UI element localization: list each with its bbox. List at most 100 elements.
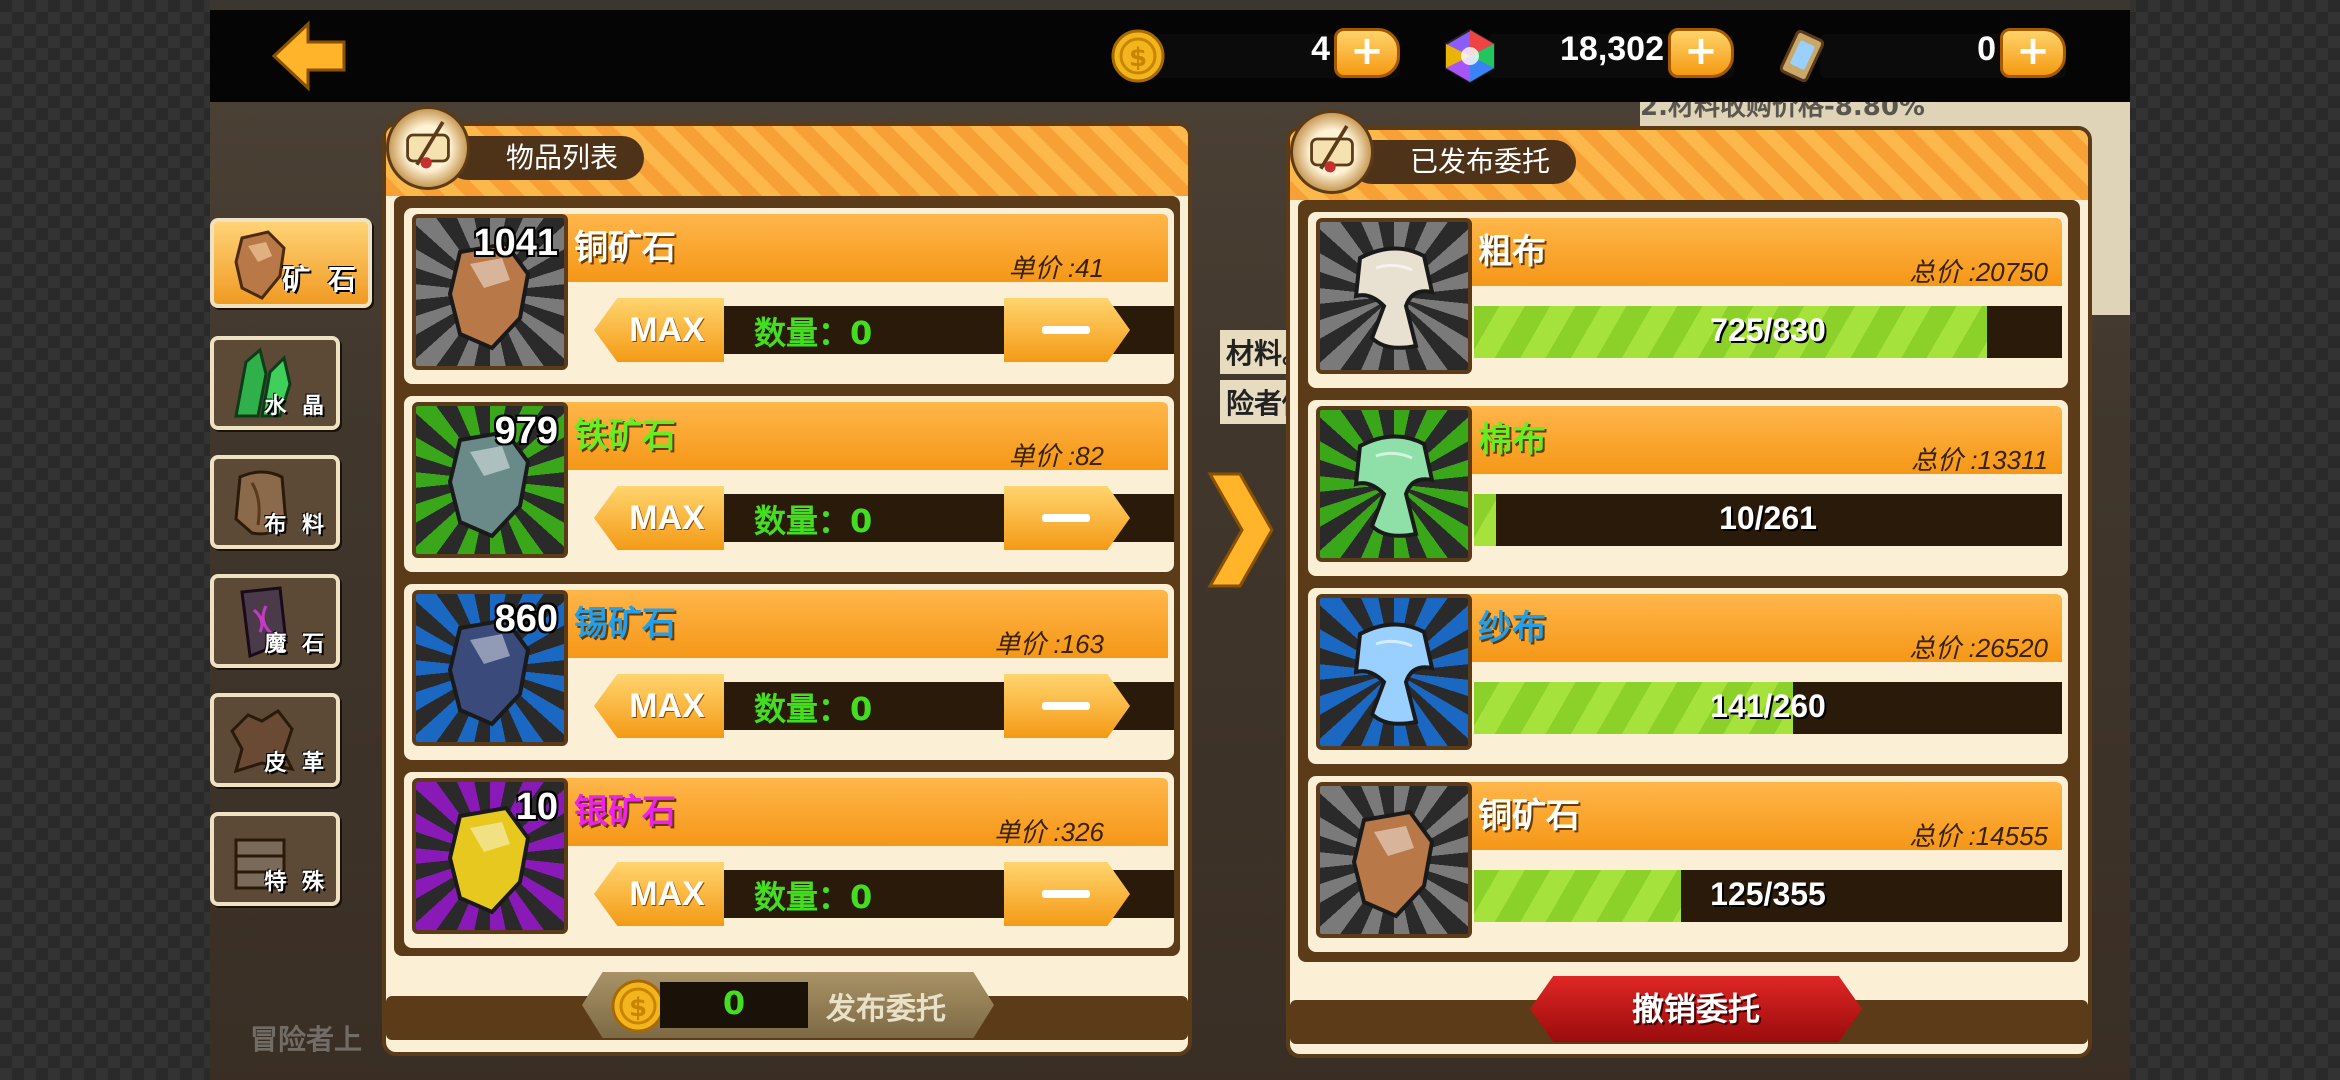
commission-thumbnail[interactable]: [1316, 594, 1472, 750]
commission-progress-bar: 725/830: [1474, 306, 2062, 358]
commission-thumbnail[interactable]: [1316, 218, 1472, 374]
tab-special-label: 特 殊: [264, 870, 328, 895]
tab-magic-stone[interactable]: 魔 石: [210, 574, 340, 668]
commission-row: 纱布总价 :26520 141/260: [1308, 588, 2068, 764]
total-price: 总价 :14555: [1909, 821, 2048, 851]
item-count: 10: [515, 786, 558, 828]
add-gold-button[interactable]: +: [1334, 28, 1400, 78]
gold-coin-icon: $: [1111, 29, 1165, 83]
decrease-button[interactable]: [1004, 862, 1130, 926]
ticket-resource: 0 +: [1774, 28, 2066, 83]
gem-value: 18,302: [1560, 30, 1664, 68]
item-thumbnail[interactable]: 979: [412, 402, 568, 558]
back-button[interactable]: [270, 18, 350, 94]
progress-text: 125/355: [1710, 876, 1826, 912]
unit-price: 单价 :163: [994, 629, 1104, 659]
scroll-emblem-icon: [386, 106, 470, 190]
ticket-value: 0: [1977, 30, 1996, 68]
max-button[interactable]: MAX: [594, 486, 724, 550]
commission-progress-bar: 141/260: [1474, 682, 2062, 734]
published-commissions-title: 已发布委托: [1350, 140, 1577, 184]
svg-text:$: $: [1129, 43, 1147, 73]
back-arrow-icon: [271, 20, 346, 92]
commission-name: 纱布: [1478, 608, 1546, 648]
quantity-control: MAX 数量：0: [594, 674, 1174, 738]
commission-row: 棉布总价 :13311 10/261: [1308, 400, 2068, 576]
item-name: 铁矿石: [574, 416, 676, 456]
revoke-commission-button[interactable]: 撤销委托: [1530, 976, 1862, 1042]
tab-leather[interactable]: 皮 革: [210, 693, 340, 787]
commission-name: 棉布: [1478, 420, 1546, 460]
item-name: 铜矿石: [574, 228, 676, 268]
gem-resource: 18,302 +: [1442, 28, 1734, 84]
published-commissions-panel: 已发布委托 粗布总价 :20750 725/830 棉布总价 :13311 10/26…: [1286, 110, 2092, 1058]
publish-commission-button[interactable]: $ 0 发布委托: [582, 972, 994, 1038]
unit-price: 单价 :82: [1008, 441, 1104, 471]
minus-icon: [1042, 514, 1090, 522]
ticket-icon: [1779, 29, 1825, 83]
tab-crystal[interactable]: 水 晶: [210, 336, 340, 430]
tab-cloth[interactable]: 布 料: [210, 455, 340, 549]
item-list-panel: 物品列表 1041 铜矿石 单价 :41 MAX 数量：0 979 铁矿石 单价 :82 MAX…: [382, 106, 1192, 1056]
game-screen: 2.材料收购价格-8.80% 材料。 险者做任 冒险者上 $ 4 + 18,30…: [210, 0, 2130, 1080]
tab-crystal-label: 水 晶: [264, 394, 328, 419]
total-price: 总价 :13311: [1911, 445, 2048, 475]
quantity-control: MAX 数量：0: [594, 298, 1174, 362]
tab-cloth-label: 布 料: [264, 513, 328, 538]
progress-text: 10/261: [1719, 500, 1817, 536]
chevron-right-icon: [1207, 472, 1274, 588]
commission-progress-bar: 10/261: [1474, 494, 2062, 546]
gold-value: 4: [1311, 30, 1330, 68]
rainbow-gem-icon: [1445, 28, 1495, 84]
progress-text: 725/830: [1710, 312, 1826, 348]
decrease-button[interactable]: [1004, 486, 1130, 550]
quantity-value: 数量：0: [754, 690, 873, 728]
minus-icon: [1042, 890, 1090, 898]
add-gem-button[interactable]: +: [1668, 28, 1734, 78]
unit-price: 单价 :41: [1008, 253, 1104, 283]
svg-text:$: $: [629, 993, 647, 1023]
quantity-control: MAX 数量：0: [594, 486, 1174, 550]
tab-magic-stone-label: 魔 石: [264, 632, 328, 657]
minus-icon: [1042, 702, 1090, 710]
commission-name: 粗布: [1478, 232, 1546, 272]
tab-ore-label: 矿 石: [282, 263, 360, 296]
tab-leather-label: 皮 革: [264, 751, 328, 776]
item-count: 979: [494, 410, 558, 452]
commission-progress-bar: 125/355: [1474, 870, 2062, 922]
max-button[interactable]: MAX: [594, 862, 724, 926]
item-thumbnail[interactable]: 10: [412, 778, 568, 934]
tab-ore[interactable]: 矿 石: [210, 218, 372, 308]
item-row: 979 铁矿石单价 :82 MAX 数量：0: [404, 396, 1174, 572]
publish-cost: 0: [722, 984, 746, 1022]
add-ticket-button[interactable]: +: [2000, 28, 2066, 78]
gold-resource: $ 4 +: [1110, 28, 1400, 83]
commission-name: 铜矿石: [1478, 796, 1580, 836]
item-row: 10 银矿石 单价 :326 MAX 数量：0: [404, 772, 1174, 948]
max-button[interactable]: MAX: [594, 298, 724, 362]
commission-row: 粗布总价 :20750 725/830: [1308, 212, 2068, 388]
quantity-value: 数量：0: [754, 878, 873, 916]
decrease-button[interactable]: [1004, 674, 1130, 738]
commission-thumbnail[interactable]: [1316, 782, 1472, 938]
item-count: 1041: [473, 222, 558, 264]
commission-thumbnail[interactable]: [1316, 406, 1472, 562]
minus-icon: [1042, 326, 1090, 334]
item-row: 860 锡矿石单价 :163 MAX 数量：0: [404, 584, 1174, 760]
item-list-title: 物品列表: [446, 136, 645, 180]
total-price: 总价 :26520: [1909, 633, 2048, 663]
progress-text: 141/260: [1710, 688, 1826, 724]
gold-coin-icon: $: [611, 979, 665, 1033]
scroll-emblem-icon: [1290, 110, 1374, 194]
item-thumbnail[interactable]: 860: [412, 590, 568, 746]
top-bar: $ 4 + 18,302 + 0 +: [210, 10, 2130, 102]
item-count: 860: [494, 598, 558, 640]
item-name: 锡矿石: [574, 604, 676, 644]
decrease-button[interactable]: [1004, 298, 1130, 362]
tab-special[interactable]: 特 殊: [210, 812, 340, 906]
quantity-value: 数量：0: [754, 502, 873, 540]
max-button[interactable]: MAX: [594, 674, 724, 738]
item-thumbnail[interactable]: 1041: [412, 214, 568, 370]
quantity-control: MAX 数量：0: [594, 862, 1174, 926]
total-price: 总价 :20750: [1909, 257, 2048, 287]
